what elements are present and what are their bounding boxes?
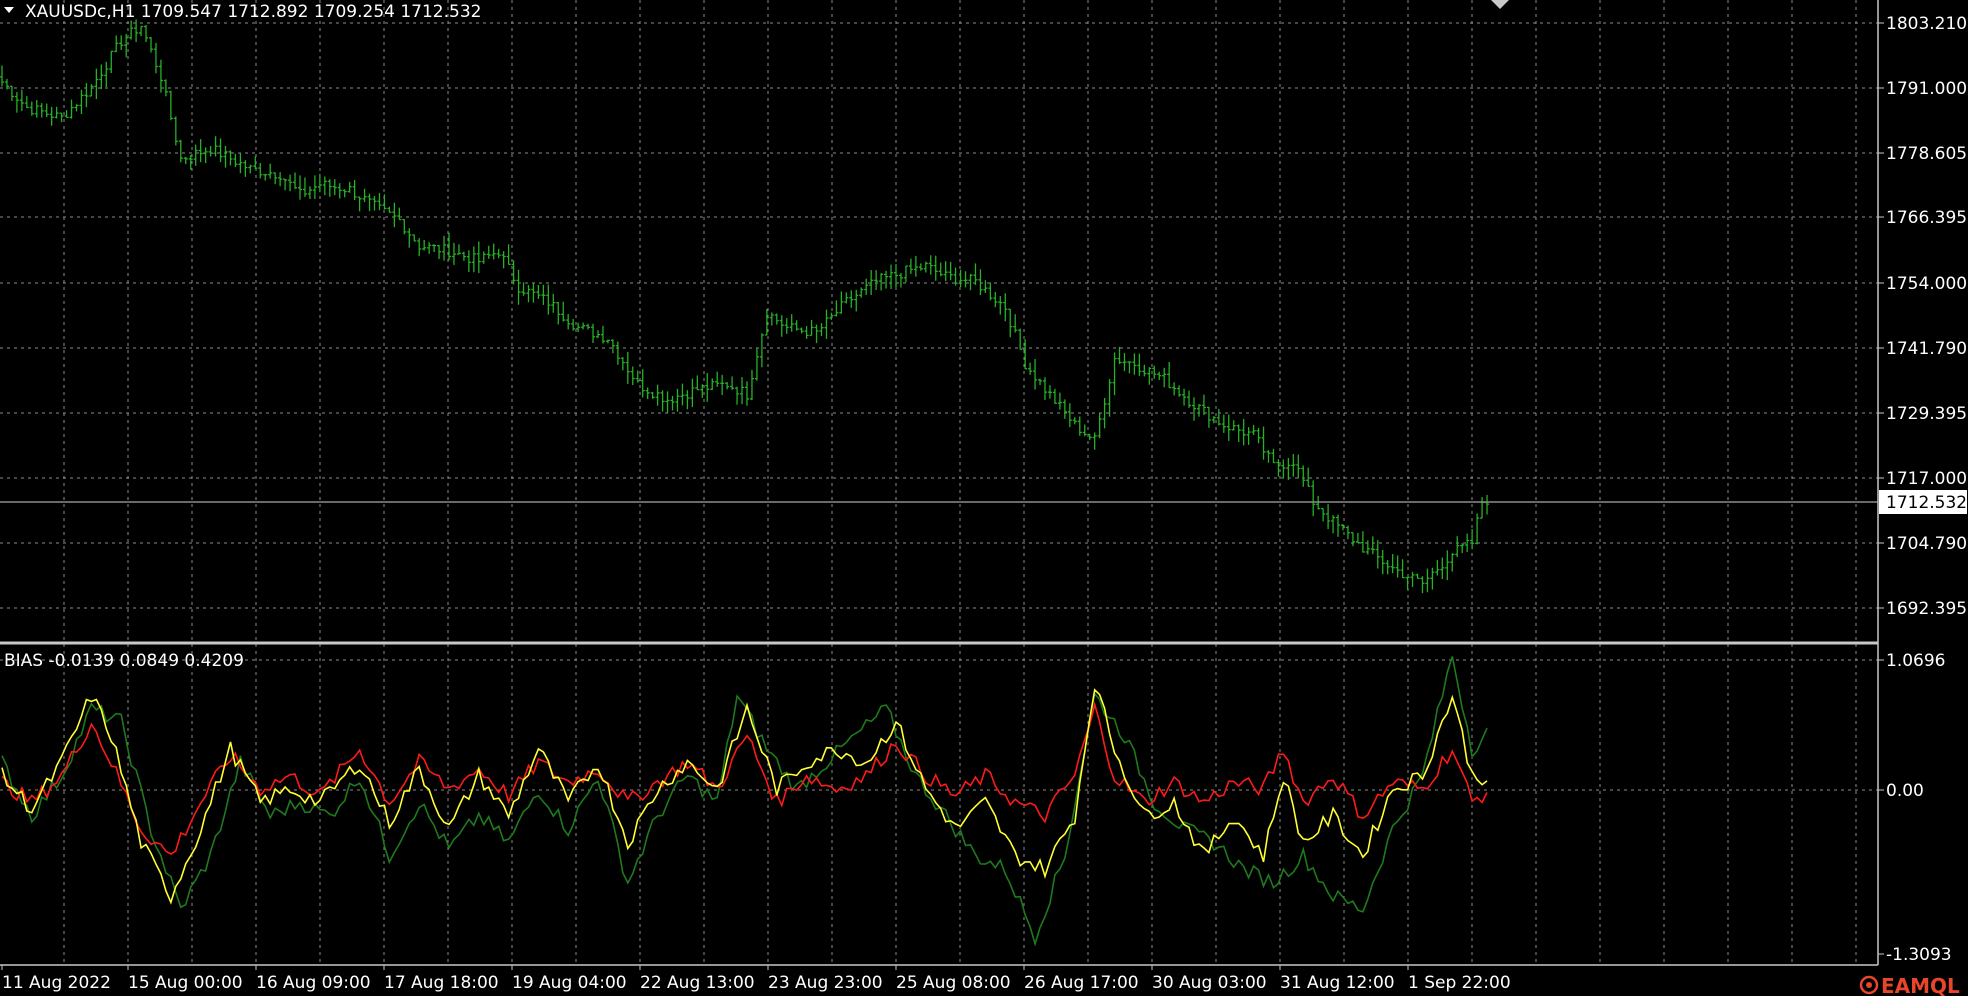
price-tick-label: 1803.210 [1886,14,1967,34]
price-tick-label: 1791.000 [1886,79,1967,99]
price-tick-label: 1692.395 [1886,599,1967,619]
trading-chart[interactable]: XAUUSDc,H1 1709.547 1712.892 1709.254 17… [0,0,1968,996]
time-tick-label: 11 Aug 2022 [2,973,111,993]
indicator-tick-label: 1.0696 [1886,651,1945,671]
current-price-label: 1712.532 [1886,493,1967,513]
time-tick-label: 31 Aug 12:00 [1280,973,1395,993]
price-tick-label: 1729.395 [1886,404,1967,424]
time-tick-label: 19 Aug 04:00 [512,973,627,993]
price-tick-label: 1704.790 [1886,534,1967,554]
time-tick-label: 23 Aug 23:00 [768,973,883,993]
chart-background [0,0,1968,996]
indicator-info: BIAS -0.0139 0.0849 0.4209 [4,651,244,671]
price-tick-label: 1766.395 [1886,208,1967,228]
time-tick-label: 16 Aug 09:00 [256,973,371,993]
price-tick-label: 1754.000 [1886,274,1967,294]
symbol-info: XAUUSDc,H1 1709.547 1712.892 1709.254 17… [25,2,481,22]
indicator-tick-label: -1.3093 [1886,945,1952,965]
time-tick-label: 26 Aug 17:00 [1024,973,1139,993]
time-tick-label: 30 Aug 03:00 [1152,973,1267,993]
price-tick-label: 1717.000 [1886,469,1967,489]
indicator-tick-label: 0.00 [1886,781,1924,801]
time-tick-label: 15 Aug 00:00 [128,973,243,993]
price-tick-label: 1741.790 [1886,339,1967,359]
time-tick-label: 17 Aug 18:00 [384,973,499,993]
price-tick-label: 1778.605 [1886,144,1967,164]
time-tick-label: 1 Sep 22:00 [1408,973,1511,993]
time-tick-label: 22 Aug 13:00 [640,973,755,993]
time-tick-label: 25 Aug 08:00 [896,973,1011,993]
logo-text: EAMQL [1881,974,1960,996]
